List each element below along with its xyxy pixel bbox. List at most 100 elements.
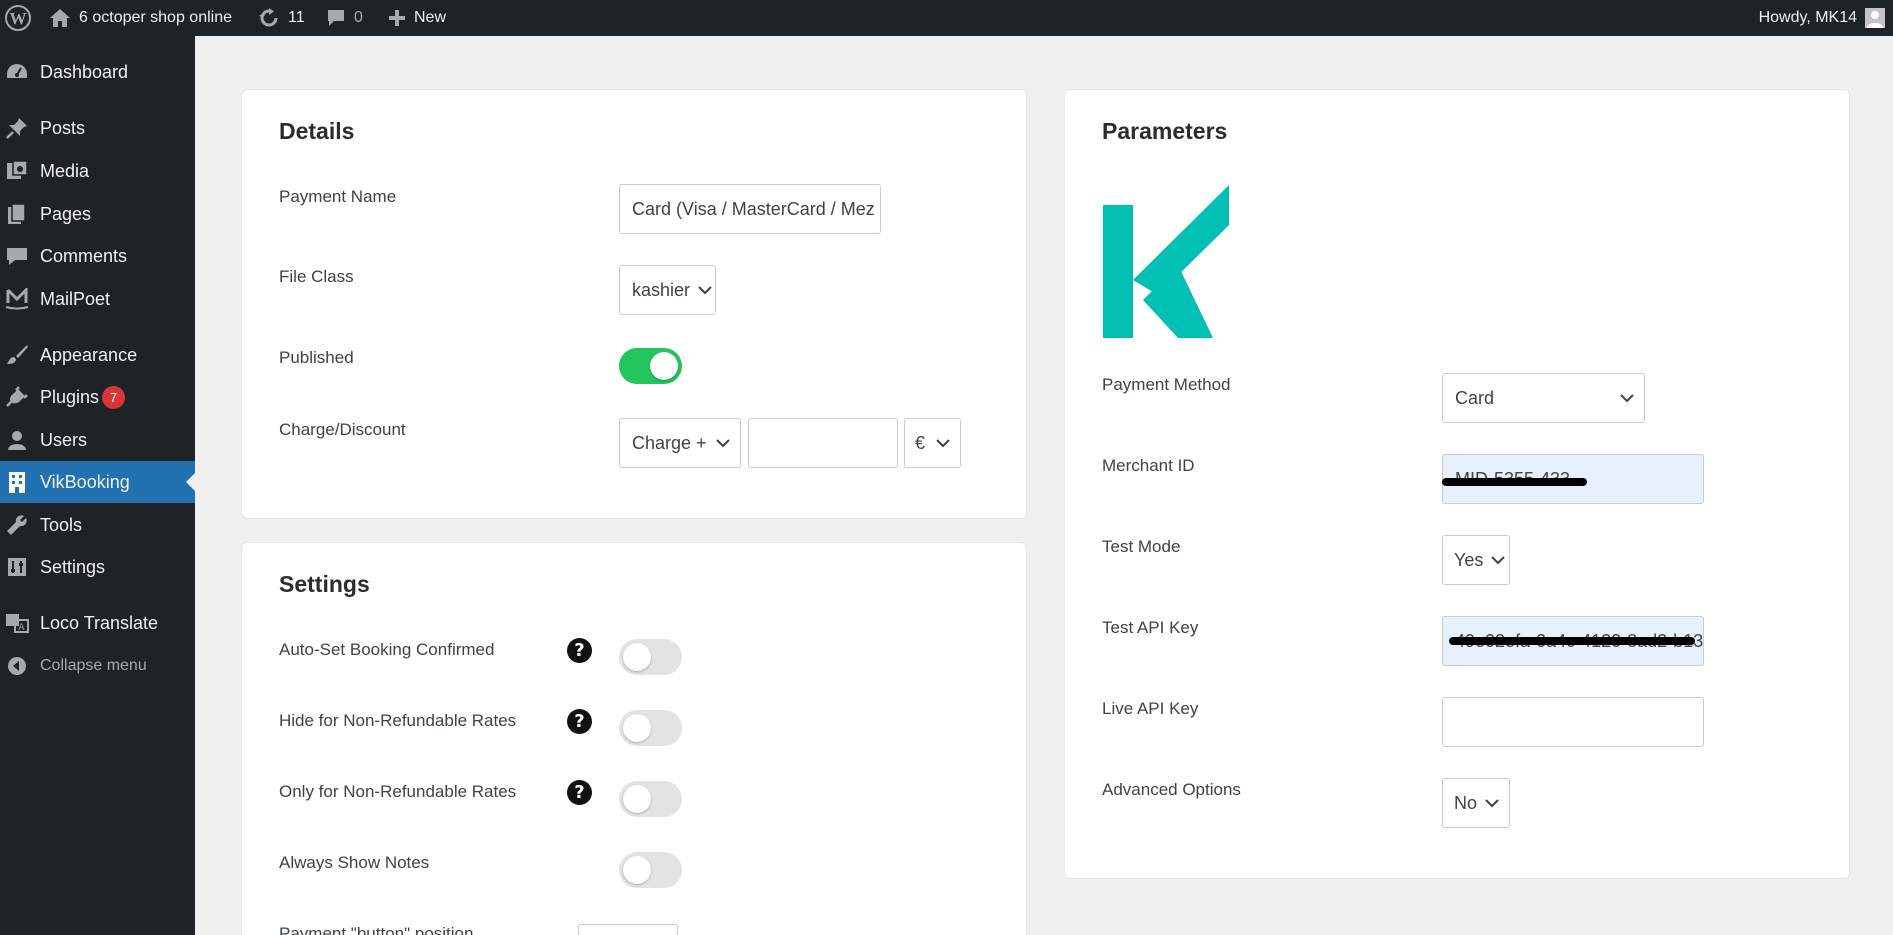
home-icon [49,8,71,28]
wrench-icon [5,514,29,536]
parameters-title: Parameters [1102,118,1228,144]
menu-label: Comments [40,245,128,266]
comment-icon [326,8,346,28]
comments-count: 0 [354,9,363,26]
details-panel: Details Payment Name Card (Visa / Master… [241,89,1027,519]
always-show-notes-toggle[interactable] [619,852,682,888]
mailpoet-icon [5,288,29,310]
menu-label: Media [40,160,90,181]
media-icon [5,160,29,182]
payment-name-value: Card (Visa / MasterCard / Mez [632,198,875,219]
file-class-select[interactable]: kashier [619,265,716,315]
hide-non-refundable-toggle[interactable] [619,710,682,746]
payment-method-select[interactable]: Card [1442,373,1645,423]
collapse-icon [5,655,29,677]
new-label: New [414,9,447,26]
menu-item-users[interactable]: Users [0,419,195,461]
plugins-update-badge: 7 [102,386,125,409]
auto-set-booking-label: Auto-Set Booking Confirmed [279,640,495,659]
charge-amount-input[interactable] [748,418,898,468]
menu-label: Plugins [40,386,100,407]
only-non-refundable-toggle[interactable] [619,781,682,817]
dashboard-icon [5,61,29,83]
menu-item-media[interactable]: Media [0,150,195,192]
only-non-refundable-label: Only for Non-Refundable Rates [279,782,517,801]
hide-non-refundable-label: Hide for Non-Refundable Rates [279,711,517,730]
menu-label: Collapse menu [40,657,147,674]
menu-label: Tools [40,514,83,535]
auto-set-booking-toggle[interactable] [619,639,682,675]
new-content-link[interactable]: New [388,0,446,36]
kashier-logo [1103,185,1229,338]
chevron-down-icon [1485,798,1499,807]
charge-discount-label: Charge/Discount [279,420,406,439]
help-icon[interactable]: ? [567,780,592,805]
menu-item-plugins[interactable]: Plugins 7 [0,376,195,418]
menu-item-loco-translate[interactable]: A Loco Translate [0,602,195,644]
payment-button-position-select[interactable] [578,924,678,935]
advanced-options-select[interactable]: No [1442,778,1510,828]
menu-item-pages[interactable]: Pages [0,193,195,235]
charge-type-select[interactable]: Charge + [619,418,741,468]
plug-icon [5,386,29,408]
updates-count: 11 [288,9,305,26]
test-mode-label: Test Mode [1102,537,1181,556]
chevron-down-icon [936,438,950,447]
live-api-key-input[interactable] [1442,697,1704,747]
building-icon [5,471,29,493]
pin-icon [5,117,29,139]
file-class-label: File Class [279,267,354,286]
chevron-down-icon [698,285,712,294]
published-toggle[interactable] [619,348,682,384]
site-name: 6 octoper shop online [79,9,232,26]
test-mode-select[interactable]: Yes [1442,535,1510,585]
site-name-link[interactable]: 6 octoper shop online [49,0,232,36]
chevron-down-icon [1491,555,1506,564]
chevron-down-icon [716,438,730,447]
menu-item-appearance[interactable]: Appearance [0,334,195,376]
charge-type-value: Charge + [632,432,707,453]
menu-label: Pages [40,203,92,224]
wordpress-logo-icon[interactable]: W [4,0,32,36]
menu-item-tools[interactable]: Tools [0,504,195,546]
collapse-menu-button[interactable]: Collapse menu [0,645,195,687]
file-class-value: kashier [632,279,691,300]
settings-panel: Settings Auto-Set Booking Confirmed ? Hi… [241,542,1027,935]
menu-label: Loco Translate [40,612,159,633]
menu-label: Appearance [40,344,138,365]
menu-item-mailpoet[interactable]: MailPoet [0,278,195,320]
always-show-notes-label: Always Show Notes [279,853,430,872]
menu-item-vikbooking[interactable]: VikBooking [0,461,195,503]
menu-item-settings[interactable]: Settings [0,546,195,588]
my-account-link[interactable]: Howdy, MK14 [1759,0,1885,36]
help-icon[interactable]: ? [567,709,592,734]
details-title: Details [279,118,355,144]
payment-button-position-label: Payment "button" position [279,924,474,935]
live-api-key-label: Live API Key [1102,699,1199,718]
currency-select[interactable]: € [904,418,961,468]
admin-bar: W 6 octoper shop online 11 0 New Howdy, … [0,0,1893,36]
menu-label: Dashboard [40,61,129,82]
menu-item-comments[interactable]: Comments [0,235,195,277]
plus-icon [388,9,406,27]
menu-item-dashboard[interactable]: Dashboard [0,51,195,93]
howdy-text: Howdy, MK14 [1758,9,1857,26]
payment-name-input[interactable]: Card (Visa / MasterCard / Mez [619,184,881,234]
redaction-mark [1449,637,1695,645]
menu-label: Users [40,429,88,450]
payment-method-label: Payment Method [1102,375,1231,394]
comments-link[interactable]: 0 [326,0,363,36]
svg-text:A: A [18,623,25,633]
updates-link[interactable]: 11 [258,0,305,36]
admin-sidebar: Dashboard Posts Media Pages Comments Mai… [0,36,195,935]
comment-icon [5,245,29,267]
test-api-key-label: Test API Key [1102,618,1199,637]
menu-item-posts[interactable]: Posts [0,107,195,149]
help-icon[interactable]: ? [567,638,592,663]
svg-text:W: W [10,9,27,28]
settings-title: Settings [279,571,370,597]
translate-icon: A [5,612,29,634]
merchant-id-label: Merchant ID [1102,456,1195,475]
advanced-options-value: No [1454,792,1478,813]
redaction-mark [1442,478,1587,486]
